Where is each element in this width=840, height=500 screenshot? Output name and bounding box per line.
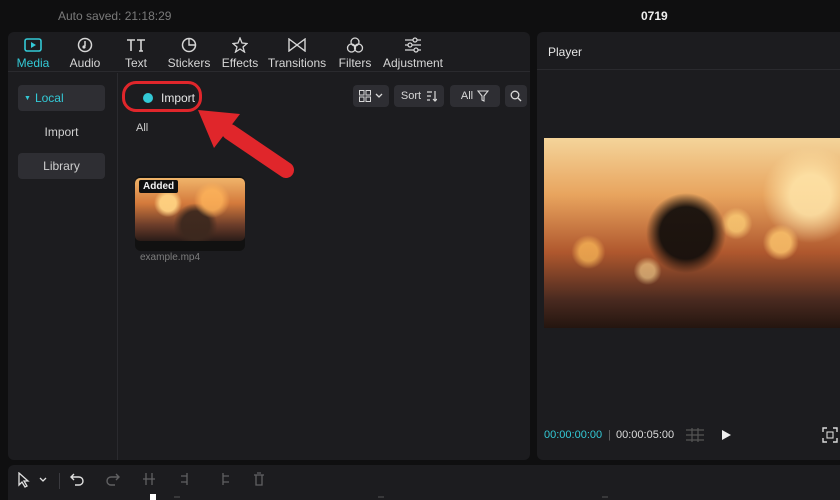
player-panel: Player 00:00:00:00 | 00:00:05:00: [537, 32, 840, 460]
fullscreen-icon[interactable]: [822, 427, 838, 443]
grid-view-icon: [359, 90, 371, 102]
tab-adjustment[interactable]: Adjustment: [382, 32, 444, 72]
timeline-ruler: [150, 494, 608, 500]
tab-label: Transitions: [267, 56, 327, 70]
sort-label: Sort: [400, 90, 422, 102]
caret-down-icon: ▼: [24, 94, 31, 102]
toolbar-divider: [59, 473, 60, 489]
view-mode-button[interactable]: [353, 85, 389, 107]
media-item[interactable]: Added example.mp4: [135, 138, 245, 263]
media-sidebar: ▼ Local Import Library: [8, 73, 118, 460]
import-label: Import: [161, 91, 196, 105]
media-panel: Media Audio Text Stickers Effects Transi…: [8, 32, 530, 460]
category-tab-bar: Media Audio Text Stickers Effects Transi…: [8, 32, 530, 72]
search-icon: [510, 90, 522, 102]
text-icon: [126, 37, 146, 53]
chevron-down-icon: [375, 93, 383, 98]
sidebar-item-label: Import: [44, 125, 79, 139]
filter-current-label: All: [136, 122, 149, 134]
sidebar-item-label: Library: [43, 159, 80, 173]
undo-icon[interactable]: [70, 472, 84, 486]
import-button[interactable]: Import: [133, 85, 211, 111]
sort-icon: [427, 91, 438, 102]
adjustment-icon: [404, 37, 422, 53]
sort-button[interactable]: Sort: [394, 85, 444, 107]
play-icon[interactable]: [720, 429, 732, 441]
tab-label: Adjustment: [382, 56, 444, 70]
autosave-status: Auto saved: 21:18:29: [58, 9, 172, 23]
sidebar-item-library[interactable]: Library: [18, 153, 105, 179]
chevron-down-icon[interactable]: [39, 477, 47, 483]
media-filename: example.mp4: [140, 252, 201, 263]
timeline-grid-icon[interactable]: [685, 428, 705, 442]
audio-icon: [77, 37, 93, 53]
top-bar: Auto saved: 21:18:29 0719: [0, 0, 840, 32]
stickers-icon: [181, 37, 197, 53]
transitions-icon: [288, 37, 306, 53]
current-time: 00:00:00:00: [544, 429, 603, 441]
tab-label: Filters: [338, 56, 372, 70]
filter-icon: [477, 90, 490, 102]
player-title: Player: [548, 45, 583, 59]
sidebar-item-label: Local: [34, 91, 64, 105]
tab-transitions[interactable]: Transitions: [268, 32, 326, 72]
project-name[interactable]: 0719: [641, 9, 668, 23]
tab-text[interactable]: Text: [122, 32, 150, 72]
delete-icon: [254, 472, 264, 486]
tab-label: Effects: [221, 56, 259, 70]
video-preview[interactable]: [544, 138, 840, 328]
tab-audio[interactable]: Audio: [68, 32, 102, 72]
filter-label: All: [460, 90, 474, 102]
tab-media[interactable]: Media: [16, 32, 50, 72]
time-separator: |: [608, 429, 611, 441]
split-icon: [143, 473, 155, 485]
redo-icon: [106, 473, 120, 486]
added-badge: Added: [139, 180, 179, 193]
split-left-icon: [181, 473, 188, 485]
sidebar-item-local[interactable]: ▼ Local: [18, 85, 105, 111]
media-icon: [24, 37, 42, 53]
tab-label: Stickers: [167, 56, 211, 70]
effects-icon: [232, 37, 248, 53]
media-content: Import Sort All All Added example.mp4: [119, 73, 530, 460]
filters-icon: [346, 37, 364, 53]
select-cursor-icon[interactable]: [17, 472, 31, 488]
total-duration: 00:00:05:00: [616, 429, 675, 441]
tab-label: Media: [16, 56, 50, 70]
tab-label: Text: [124, 56, 147, 70]
import-dot-icon: [143, 93, 153, 103]
split-right-icon: [222, 473, 229, 485]
tab-effects[interactable]: Effects: [220, 32, 260, 72]
tab-label: Audio: [69, 56, 101, 70]
sidebar-item-import[interactable]: Import: [18, 119, 105, 145]
player-header: Player: [537, 32, 840, 70]
tab-stickers[interactable]: Stickers: [166, 32, 212, 72]
filter-button[interactable]: All: [450, 85, 500, 107]
search-button[interactable]: [505, 85, 527, 107]
tab-filters[interactable]: Filters: [338, 32, 372, 72]
timeline-toolbar: [8, 465, 840, 500]
